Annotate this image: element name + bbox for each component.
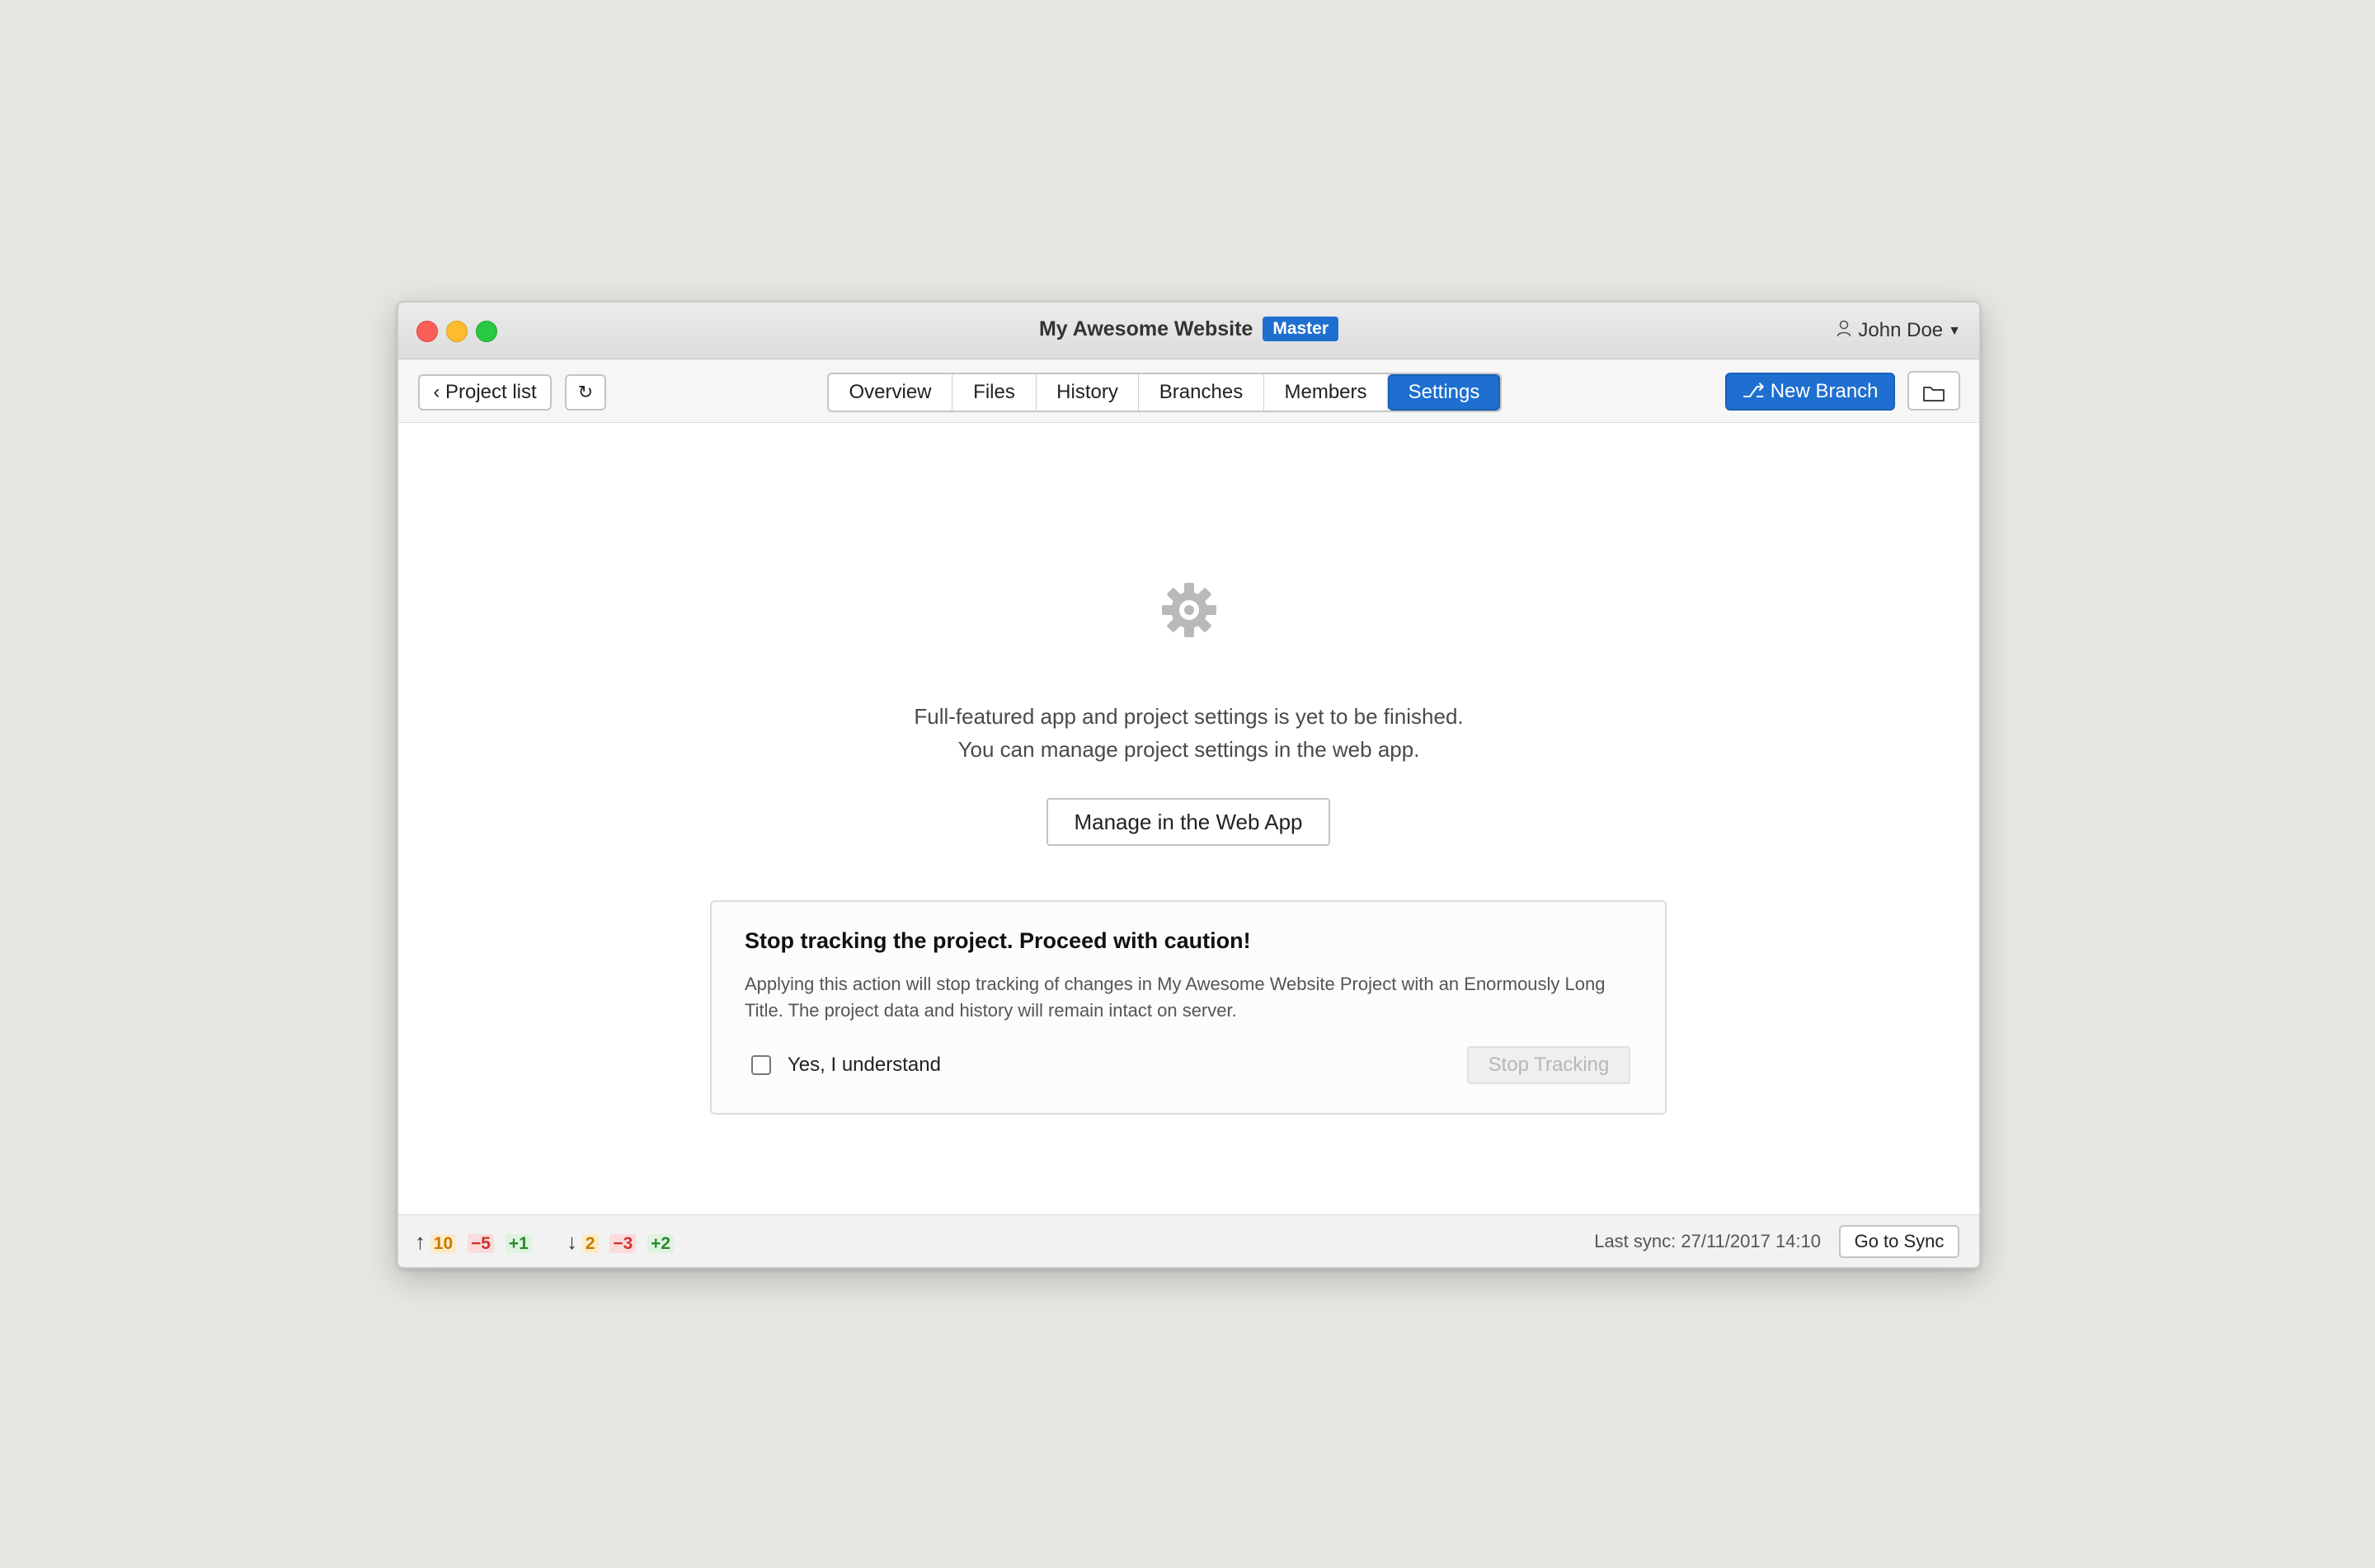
go-to-sync-button[interactable]: Go to Sync — [1839, 1225, 1959, 1258]
tab-overview[interactable]: Overview — [829, 374, 952, 411]
stop-tracking-button[interactable]: Stop Tracking — [1467, 1046, 1630, 1084]
branch-icon: ⎇ — [1742, 380, 1766, 402]
settings-message: Full-featured app and project settings i… — [398, 700, 1979, 766]
title-bar: My Awesome Website Master John Doe ▼ — [398, 303, 1979, 359]
user-menu[interactable]: John Doe ▼ — [1837, 317, 1961, 345]
understand-checkbox-label[interactable]: Yes, I understand — [788, 1052, 941, 1078]
caution-description: Applying this action will stop tracking … — [745, 974, 1606, 1021]
chevron-down-icon: ▼ — [1948, 324, 1961, 338]
refresh-button[interactable]: ↻ — [565, 374, 606, 411]
settings-message-line2: You can manage project settings in the w… — [957, 737, 1420, 762]
open-folder-button[interactable] — [1907, 371, 1960, 411]
folder-icon — [1922, 380, 1945, 413]
up-removed-count: −5 — [468, 1234, 494, 1253]
download-changes: ↓ 2 −3 +2 — [567, 1229, 675, 1256]
person-icon — [1837, 319, 1851, 337]
up-arrow-icon: ↑ — [415, 1229, 426, 1254]
tab-members[interactable]: Members — [1264, 374, 1388, 411]
up-modified-count: 10 — [430, 1234, 457, 1253]
understand-checkbox[interactable] — [751, 1055, 771, 1075]
window-title-group: My Awesome Website Master — [398, 314, 1979, 344]
user-name: John Doe — [1858, 319, 1944, 341]
down-added-count: +2 — [647, 1234, 675, 1253]
app-window: My Awesome Website Master John Doe ▼ ‹ Pro… — [397, 301, 1981, 1269]
tab-history[interactable]: History — [1037, 374, 1139, 411]
tab-bar: Overview Files History Branches Members … — [827, 373, 1502, 412]
tab-settings[interactable]: Settings — [1388, 374, 1500, 411]
tab-files[interactable]: Files — [952, 374, 1037, 411]
window-title: My Awesome Website — [1038, 317, 1253, 340]
refresh-icon: ↻ — [577, 382, 594, 402]
branch-badge: Master — [1263, 317, 1339, 341]
toolbar: ‹ Project list ↻ Overview Files History … — [398, 359, 1979, 423]
gear-icon — [1160, 581, 1218, 639]
upload-changes: ↑ 10 −5 +1 — [415, 1230, 532, 1256]
up-added-count: +1 — [505, 1234, 532, 1253]
settings-message-line1: Full-featured app and project settings i… — [914, 704, 1464, 729]
last-sync-text: Last sync: 27/11/2017 14:10 — [1594, 1231, 1821, 1251]
caution-title: Stop tracking the project. Proceed with … — [745, 928, 1251, 953]
down-modified-count: 2 — [581, 1234, 599, 1253]
caution-panel: Stop tracking the project. Proceed with … — [710, 900, 1667, 1115]
manage-in-web-app-button[interactable]: Manage in the Web App — [1046, 798, 1330, 846]
down-removed-count: −3 — [609, 1234, 637, 1253]
status-bar: ↑ 10 −5 +1 ↓ 2 −3 +2 Last sync: 27/11/20… — [398, 1214, 1979, 1267]
new-branch-button[interactable]: ⎇ New Branch — [1725, 373, 1895, 411]
down-arrow-icon: ↓ — [567, 1229, 577, 1254]
tab-branches[interactable]: Branches — [1139, 374, 1264, 411]
project-list-button[interactable]: ‹ Project list — [418, 374, 552, 411]
new-branch-label: New Branch — [1770, 380, 1879, 402]
